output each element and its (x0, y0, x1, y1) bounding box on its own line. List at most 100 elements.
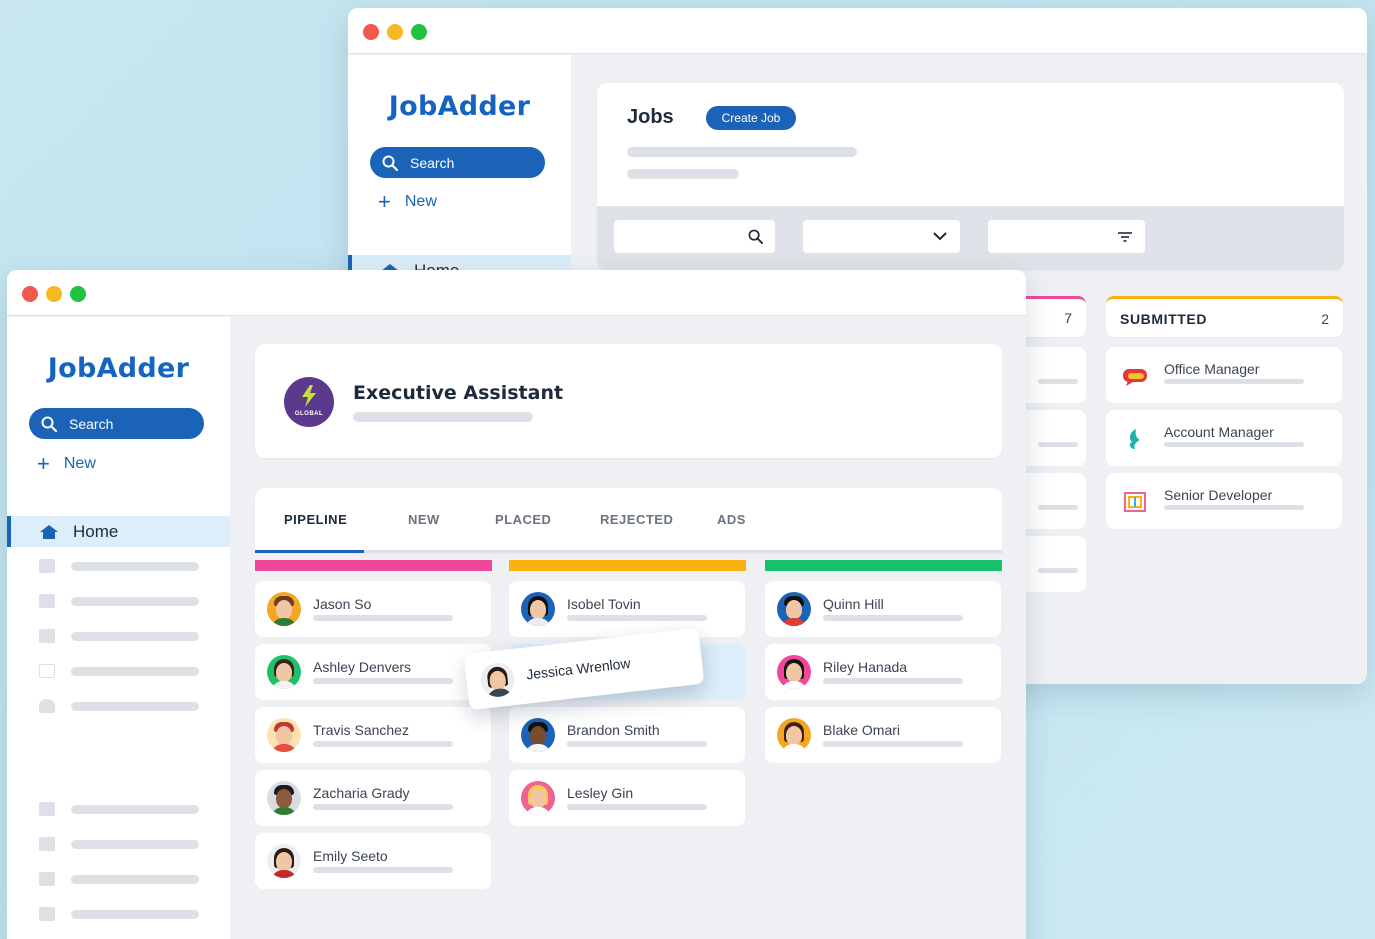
filter-dropdown[interactable] (803, 220, 960, 253)
candidate-card[interactable]: Jason So (255, 581, 491, 637)
home-icon (40, 524, 58, 539)
candidate-card[interactable]: Quinn Hill (765, 581, 1001, 637)
page-title: Jobs (627, 106, 674, 128)
avatar (521, 592, 555, 626)
sidebar-item-placeholder[interactable] (39, 559, 199, 573)
search-label: Search (69, 415, 114, 432)
candidate-name: Ashley Denvers (313, 659, 412, 675)
subtitle-placeholder (627, 169, 739, 179)
maximize-icon[interactable] (411, 24, 427, 40)
job-title: Office Manager (1164, 361, 1260, 377)
candidate-name: Blake Omari (823, 722, 901, 738)
sidebar-item-home[interactable]: Home (7, 516, 230, 547)
search-icon (382, 155, 398, 171)
search-input[interactable] (614, 220, 775, 253)
search-icon (748, 229, 763, 244)
column-count: 2 (1321, 311, 1329, 327)
avatar (777, 655, 811, 689)
new-label: New (404, 193, 437, 210)
maze-logo-icon (1124, 492, 1146, 512)
filter-icon (1118, 232, 1132, 242)
sort-dropdown[interactable] (988, 220, 1145, 253)
column-count: 7 (1064, 310, 1072, 326)
sidebar-item-placeholder[interactable] (39, 907, 199, 921)
candidate-card[interactable]: Zacharia Grady (255, 770, 491, 826)
tab-placed[interactable]: PLACED (495, 512, 551, 527)
minimize-icon[interactable] (387, 24, 403, 40)
avatar (267, 655, 301, 689)
leaf-logo-icon (1129, 429, 1140, 449)
candidate-card[interactable]: Lesley Gin (509, 770, 745, 826)
chevron-down-icon (933, 232, 947, 241)
candidate-name: Travis Sanchez (313, 722, 409, 738)
sidebar-item-placeholder[interactable] (39, 664, 199, 678)
sidebar-item-placeholder[interactable] (39, 802, 199, 816)
tab-ads[interactable]: ADS (717, 512, 746, 527)
column-bar-pink (255, 560, 492, 571)
document-icon (39, 664, 55, 678)
candidate-card[interactable]: Isobel Tovin (509, 581, 745, 637)
candidate-card[interactable]: Emily Seeto (255, 833, 491, 889)
avatar (267, 718, 301, 752)
new-button[interactable]: + New (378, 189, 437, 214)
candidate-name: Jessica Wrenlow (525, 654, 632, 683)
create-job-button[interactable]: Create Job (706, 106, 796, 130)
candidate-card[interactable]: Travis Sanchez (255, 707, 491, 763)
job-card[interactable]: Office Manager (1106, 347, 1342, 403)
sidebar-item-placeholder[interactable] (39, 629, 199, 643)
lightning-logo-icon (302, 385, 316, 407)
candidate-card[interactable]: Riley Hanada (765, 644, 1001, 700)
submitted-column-header: SUBMITTED 2 (1106, 296, 1343, 337)
candidate-card[interactable]: Blake Omari (765, 707, 1001, 763)
job-header-card: GLOBAL Executive Assistant (255, 344, 1002, 458)
company-badge: GLOBAL (294, 411, 324, 417)
candidate-name: Jason So (313, 596, 372, 612)
candidate-name: Isobel Tovin (567, 596, 641, 612)
chat-bubble-logo-icon (1123, 369, 1147, 386)
sidebar-item-placeholder[interactable] (39, 594, 199, 608)
sidebar-item-placeholder[interactable] (39, 699, 199, 713)
candidate-card[interactable]: Ashley Denvers (255, 644, 491, 700)
job-subtitle-placeholder (1164, 442, 1304, 447)
candidate-card[interactable]: Brandon Smith (509, 707, 745, 763)
active-tab-indicator (255, 550, 364, 553)
user-check-icon (39, 802, 55, 816)
tab-rejected[interactable]: REJECTED (600, 512, 673, 527)
sidebar-item-placeholder[interactable] (39, 837, 199, 851)
job-card[interactable]: Account Manager (1106, 410, 1342, 466)
sidebar-item-placeholder[interactable] (39, 872, 199, 886)
tab-underline (255, 550, 1002, 553)
maximize-icon[interactable] (70, 286, 86, 302)
plus-icon: + (378, 189, 391, 214)
back-titlebar (348, 8, 1367, 54)
avatar (521, 718, 555, 752)
new-label: New (63, 455, 96, 472)
briefcase-icon (39, 559, 55, 573)
avatar (267, 592, 301, 626)
plus-icon: + (37, 451, 50, 476)
page-title: Executive Assistant (353, 382, 564, 404)
new-button[interactable]: + New (37, 451, 96, 476)
minimize-icon[interactable] (46, 286, 62, 302)
avatar (267, 781, 301, 815)
close-icon[interactable] (22, 286, 38, 302)
column-title: SUBMITTED (1120, 311, 1208, 327)
tab-new[interactable]: NEW (408, 512, 440, 527)
contact-card-icon (39, 837, 55, 851)
candidate-name: Emily Seeto (313, 848, 388, 864)
tab-pipeline[interactable]: PIPELINE (284, 512, 347, 527)
company-logo: GLOBAL (284, 377, 334, 427)
job-card[interactable]: Senior Developer (1106, 473, 1342, 529)
building-icon (39, 872, 55, 886)
job-title: Senior Developer (1164, 487, 1273, 503)
filter-bar (597, 206, 1344, 270)
search-button[interactable]: Search (370, 147, 545, 178)
close-icon[interactable] (363, 24, 379, 40)
person-icon (39, 699, 55, 713)
candidate-name: Lesley Gin (567, 785, 634, 801)
search-button[interactable]: Search (29, 408, 204, 439)
avatar (777, 592, 811, 626)
subtitle-placeholder (627, 147, 857, 157)
job-subtitle-placeholder (1164, 505, 1304, 510)
job-title: Account Manager (1164, 424, 1274, 440)
